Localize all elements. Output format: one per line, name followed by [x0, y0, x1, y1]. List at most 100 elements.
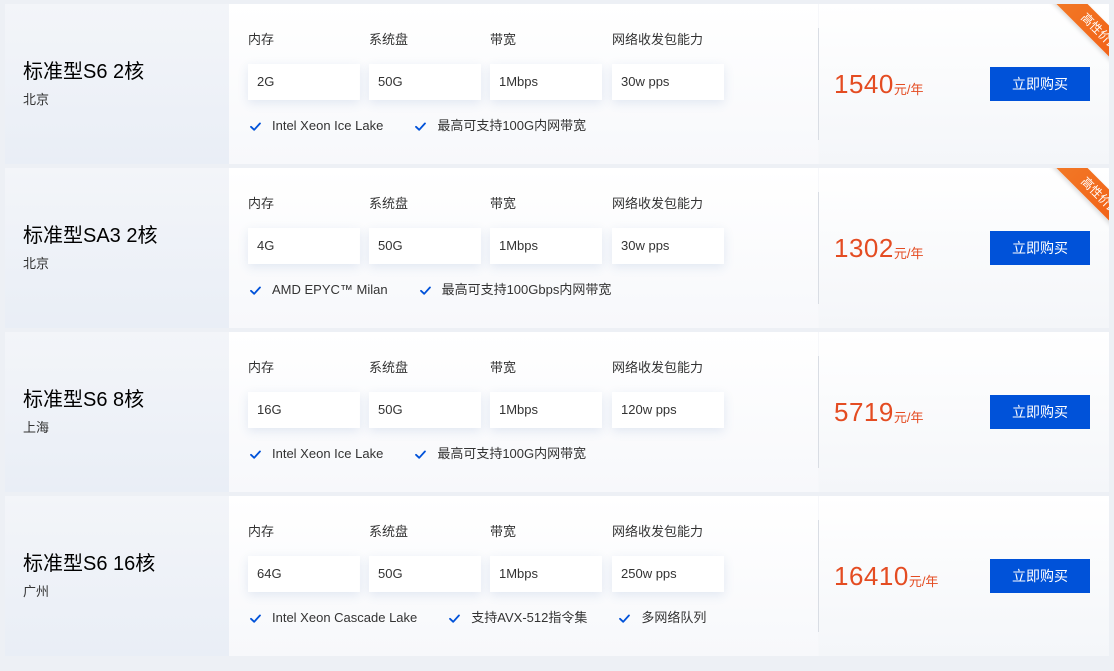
spec-item: 系统盘 50G [369, 195, 481, 264]
spec-value: 64G [248, 556, 360, 592]
product-name: 标准型SA3 2核 [23, 225, 158, 247]
product-info: 标准型SA3 2核北京 [5, 168, 229, 328]
spec-label: 带宽 [490, 360, 517, 375]
spec-item: 带宽 1Mbps [490, 359, 602, 428]
feature-item: Intel Xeon Ice Lake [249, 117, 383, 135]
price: 1540 元/年 [834, 4, 923, 164]
spec-item: 系统盘 50G [369, 523, 481, 592]
price: 16410 元/年 [834, 496, 938, 656]
check-icon [249, 612, 262, 625]
check-icon [414, 448, 427, 461]
spec-value: 1Mbps [490, 392, 602, 428]
price-unit: 元/年 [893, 245, 924, 261]
spec-value: 30w pps [612, 64, 724, 100]
spec-item: 带宽 1Mbps [490, 523, 602, 592]
spec-item: 系统盘 50G [369, 31, 481, 100]
feature-label: 最高可支持100G内网带宽 [437, 118, 587, 133]
check-icon [448, 612, 461, 625]
feature-label: Intel Xeon Ice Lake [272, 446, 384, 461]
spec-item: 网络收发包能力 30w pps [612, 31, 724, 100]
feature-item: 最高可支持100Gbps内网带宽 [419, 281, 612, 299]
product-info: 标准型S6 8核上海 [5, 332, 229, 492]
feature-item: 支持AVX-512指令集 [448, 609, 587, 627]
spec-value: 120w pps [612, 392, 724, 428]
check-icon [414, 120, 427, 133]
spec-label: 带宽 [490, 196, 517, 211]
spec-label: 内存 [248, 32, 275, 47]
check-icon [249, 448, 262, 461]
product-region: 北京 [23, 92, 50, 107]
check-icon [249, 120, 262, 133]
feature-item: AMD EPYC™ Milan [249, 281, 388, 299]
spec-item: 网络收发包能力 30w pps [612, 195, 724, 264]
buy-now-button[interactable]: 立即购买 [990, 231, 1090, 265]
spec-item: 内存 2G [248, 31, 360, 100]
product-info: 标准型S6 2核北京 [5, 4, 229, 164]
spec-label: 系统盘 [369, 32, 409, 47]
spec-value: 50G [369, 556, 481, 592]
spec-value: 30w pps [612, 228, 724, 264]
product-name: 标准型S6 2核 [23, 61, 145, 83]
product-card: 标准型S6 16核 广州 内存 64G 系统盘 50G 带宽 1Mbps 网络收发包能力 250w… [5, 496, 1109, 656]
product-name: 标准型S6 8核 [23, 389, 145, 411]
product-region: 北京 [23, 256, 50, 271]
spec-label: 系统盘 [369, 360, 409, 375]
spec-item: 内存 4G [248, 195, 360, 264]
feature-label: AMD EPYC™ Milan [272, 282, 388, 297]
price-value: 1302 [834, 232, 894, 263]
feature-label: 多网络队列 [641, 610, 707, 625]
spec-label: 内存 [248, 196, 275, 211]
price-unit: 元/年 [893, 81, 924, 97]
spec-value: 50G [369, 392, 481, 428]
price-value: 16410 [834, 560, 909, 591]
feature-item: 多网络队列 [618, 609, 706, 627]
check-icon [419, 284, 432, 297]
buy-now-button[interactable]: 立即购买 [990, 395, 1090, 429]
badge-label: 高性价比 [1052, 4, 1109, 67]
feature-label: Intel Xeon Ice Lake [272, 118, 384, 133]
spec-label: 内存 [248, 360, 275, 375]
feature-item: Intel Xeon Cascade Lake [249, 609, 417, 627]
buy-now-button[interactable]: 立即购买 [990, 67, 1090, 101]
spec-item: 带宽 1Mbps [490, 31, 602, 100]
spec-value: 16G [248, 392, 360, 428]
product-info: 标准型S6 16核 广州 [5, 496, 229, 656]
feature-list: Intel Xeon Ice Lake 最高可支持100G内网带宽 [249, 445, 617, 463]
badge-label: 高性价比 [1052, 168, 1109, 231]
spec-label: 网络收发包能力 [612, 360, 704, 375]
spec-label: 网络收发包能力 [612, 196, 704, 211]
feature-item: 最高可支持100G内网带宽 [414, 445, 586, 463]
check-icon [249, 284, 262, 297]
spec-value: 4G [248, 228, 360, 264]
feature-label: 最高可支持100Gbps内网带宽 [441, 282, 612, 297]
price: 1302 元/年 [834, 168, 923, 328]
product-specs: 内存 4G 系统盘 50G 带宽 1Mbps 网络收发包能力 30w pps AMD EPYC™… [229, 168, 818, 328]
badge-ribbon: 高性价比 [1046, 4, 1109, 67]
product-specs: 内存 16G 系统盘 50G 带宽 1Mbps 网络收发包能力 120w pps Intel X… [229, 332, 818, 492]
spec-item: 内存 64G [248, 523, 360, 592]
spec-value: 2G [248, 64, 360, 100]
product-purchase: 5719 元/年 立即购买 [819, 332, 1109, 492]
spec-value: 250w pps [612, 556, 724, 592]
feature-item: 最高可支持100G内网带宽 [414, 117, 586, 135]
feature-label: 最高可支持100G内网带宽 [437, 446, 587, 461]
product-region: 上海 [23, 420, 50, 435]
spec-item: 内存 16G [248, 359, 360, 428]
feature-list: Intel Xeon Cascade Lake 支持AVX-512指令集 多网络队列 [249, 609, 737, 627]
feature-list: Intel Xeon Ice Lake 最高可支持100G内网带宽 [249, 117, 617, 135]
spec-value: 50G [369, 228, 481, 264]
product-card: 标准型SA3 2核北京 内存 4G 系统盘 50G 带宽 1Mbps 网络收发包能力 30w p… [5, 168, 1109, 328]
spec-item: 网络收发包能力 250w pps [612, 523, 724, 592]
spec-value: 1Mbps [490, 556, 602, 592]
buy-now-button[interactable]: 立即购买 [990, 559, 1090, 593]
feature-item: Intel Xeon Ice Lake [249, 445, 383, 463]
product-card: 标准型S6 8核上海 内存 16G 系统盘 50G 带宽 1Mbps 网络收发包能力 120w … [5, 332, 1109, 492]
product-specs: 内存 64G 系统盘 50G 带宽 1Mbps 网络收发包能力 250w pps Intel X… [229, 496, 818, 656]
spec-label: 网络收发包能力 [612, 524, 704, 539]
price: 5719 元/年 [834, 332, 923, 492]
spec-item: 带宽 1Mbps [490, 195, 602, 264]
price-unit: 元/年 [908, 573, 939, 589]
feature-list: AMD EPYC™ Milan 最高可支持100Gbps内网带宽 [249, 281, 642, 299]
spec-label: 带宽 [490, 32, 517, 47]
product-card: 标准型S6 2核北京 内存 2G 系统盘 50G 带宽 1Mbps 网络收发包能力 30w pp… [5, 4, 1109, 164]
